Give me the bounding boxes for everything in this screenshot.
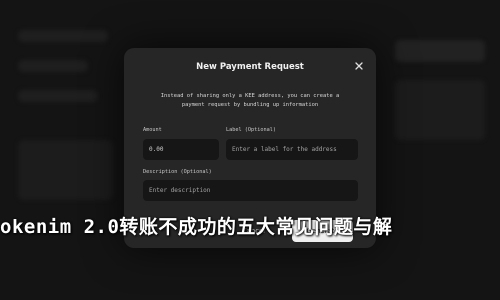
- amount-value: 0.00: [149, 146, 164, 153]
- dialog-description: Instead of sharing only a KEE address, y…: [160, 93, 340, 108]
- background-blur-block: [18, 30, 108, 42]
- description-input-placeholder: Enter description: [149, 187, 211, 194]
- background-blur-block: [395, 80, 485, 140]
- label-input-placeholder: Enter a label for the address: [232, 146, 337, 153]
- description-input[interactable]: Enter description: [143, 180, 358, 201]
- description-field-label: Description (Optional): [143, 169, 212, 175]
- label-input[interactable]: Enter a label for the address: [226, 139, 358, 160]
- close-icon[interactable]: [354, 61, 364, 71]
- amount-label: Amount: [143, 127, 162, 133]
- overlay-headline: okenim 2.0转账不成功的五大常见问题与解: [0, 216, 393, 238]
- background-blur-block: [395, 40, 485, 62]
- dialog-title: New Payment Request: [196, 62, 304, 72]
- background-blur-block: [18, 140, 113, 200]
- amount-input[interactable]: 0.00: [143, 139, 219, 160]
- background-blur-block: [18, 90, 98, 102]
- background-blur-block: [18, 60, 88, 72]
- label-field-label: Label (Optional): [226, 127, 276, 133]
